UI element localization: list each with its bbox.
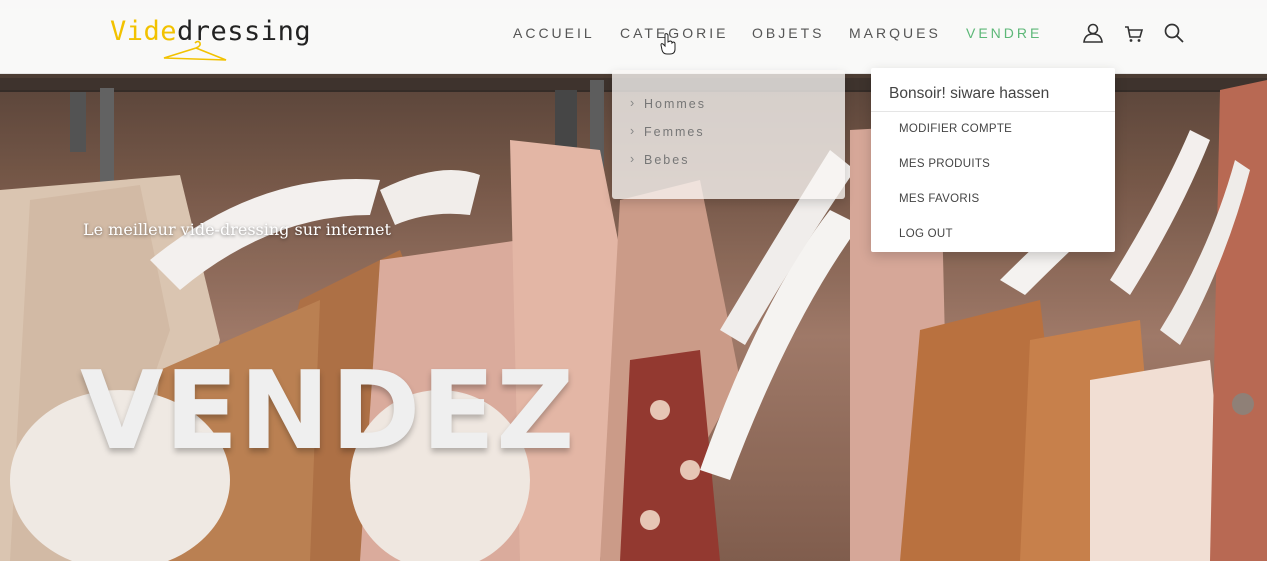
category-bebes[interactable]: Bebes [630,152,689,167]
nav-marques[interactable]: MARQUES [849,25,941,41]
account-divider [871,111,1115,112]
hero-tagline: Le meilleur vide-dressing sur internet [83,220,391,239]
nav-accueil[interactable]: ACCUEIL [513,25,595,41]
search-icon[interactable] [1163,22,1185,44]
category-femmes[interactable]: Femmes [630,124,705,139]
hero-title: VENDEZ [80,349,576,474]
category-dropdown: Hommes Femmes Bebes [612,70,845,199]
hanger-logo-icon [163,40,227,61]
account-products-link[interactable]: MES PRODUITS [899,158,990,170]
account-greeting: Bonsoir! siware hassen [889,85,1050,102]
site-header: Videdressing ACCUEIL CATEGORIE OBJETS MA… [0,0,1267,74]
account-favorites-link[interactable]: MES FAVORIS [899,193,979,205]
cart-icon[interactable] [1123,22,1145,44]
account-logout-link[interactable]: LOG OUT [899,228,953,240]
category-hommes[interactable]: Hommes [630,96,706,111]
hand-cursor-icon [660,33,676,55]
account-dropdown: Bonsoir! siware hassen MODIFIER COMPTE M… [871,68,1115,252]
nav-objets[interactable]: OBJETS [752,25,824,41]
user-icon[interactable] [1082,22,1104,44]
nav-vendre[interactable]: VENDRE [966,25,1042,41]
account-edit-link[interactable]: MODIFIER COMPTE [899,123,1012,135]
